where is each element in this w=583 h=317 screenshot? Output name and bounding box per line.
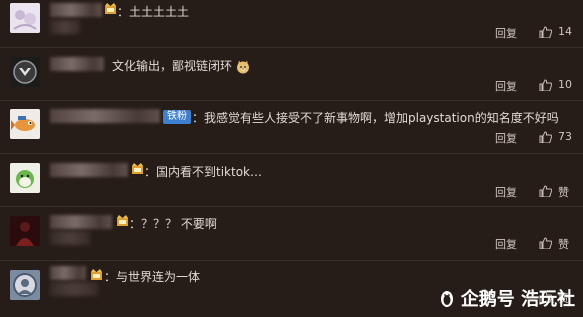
comment-item: ：？？？ 不要啊 回复 赞: [0, 207, 583, 259]
thumbs-up-icon[interactable]: [539, 237, 552, 249]
comment-text: ：？？？ 不要啊: [129, 217, 217, 231]
like-count: 赞: [558, 238, 569, 251]
comment-text: ：我感觉有些人接受不了新事物啊，增加playstation的知名度不好吗: [192, 111, 559, 125]
crown-icon: [105, 3, 116, 14]
comment-item: ：国内看不到tiktok… 回复 赞: [0, 154, 583, 204]
avatar[interactable]: [10, 163, 40, 193]
thumbs-up-icon[interactable]: [539, 26, 552, 38]
comment-item: 文化输出，鄙视链闭环 回复 10: [0, 48, 583, 98]
username-extra: [50, 20, 80, 34]
crown-icon: [91, 269, 102, 280]
avatar[interactable]: [10, 109, 40, 139]
reply-button[interactable]: 回复: [495, 236, 517, 252]
username[interactable]: [50, 266, 86, 280]
avatar[interactable]: [10, 3, 40, 33]
fan-badge: 铁粉: [163, 110, 191, 124]
comment-text: ：土土土土土: [117, 5, 190, 19]
reply-button[interactable]: 回复: [495, 130, 517, 146]
comment-text: ：与世界连为一体: [104, 270, 201, 284]
cabbage-icon: [10, 163, 40, 193]
username-extra: [50, 231, 90, 245]
username-extra: [50, 282, 98, 296]
like-count: 10: [558, 78, 572, 91]
like-count: 73: [558, 130, 572, 143]
dark-figure-icon: [10, 216, 40, 246]
like-count: 14: [558, 25, 572, 38]
username[interactable]: [50, 3, 102, 17]
penguin-icon: [440, 291, 453, 307]
thumbs-up-icon[interactable]: [539, 79, 552, 91]
doge-emoji-icon: [236, 60, 249, 73]
reply-button[interactable]: 回复: [495, 78, 517, 94]
comment-text: 文化输出，鄙视链闭环: [112, 57, 250, 74]
avatar[interactable]: [10, 270, 40, 300]
crown-icon: [117, 215, 128, 226]
watermark-text: 企鹅号 浩玩社: [460, 289, 575, 310]
comment-item: ：土土土土土 回复 14: [0, 0, 583, 50]
username[interactable]: [50, 163, 128, 177]
avatar-image-icon: [10, 3, 40, 33]
comment-item: 铁粉 ：我感觉有些人接受不了新事物啊，增加playstation的知名度不好吗 …: [0, 101, 583, 151]
avatar[interactable]: [10, 57, 40, 87]
username[interactable]: [50, 215, 112, 229]
avatar[interactable]: [10, 216, 40, 246]
portrait-icon: [10, 270, 40, 300]
comment-text: ：国内看不到tiktok…: [144, 165, 262, 179]
shield-logo-icon: [10, 57, 40, 87]
crown-icon: [132, 163, 143, 174]
username[interactable]: [50, 57, 104, 71]
username[interactable]: [50, 109, 160, 123]
reply-button[interactable]: 回复: [495, 25, 517, 41]
cartoon-fish-icon: [10, 109, 40, 139]
thumbs-up-icon[interactable]: [539, 131, 552, 143]
thumbs-up-icon[interactable]: [539, 185, 552, 197]
watermark: 企鹅号 浩玩社: [437, 285, 575, 311]
reply-button[interactable]: 回复: [495, 184, 517, 200]
like-count: 赞: [558, 186, 569, 199]
